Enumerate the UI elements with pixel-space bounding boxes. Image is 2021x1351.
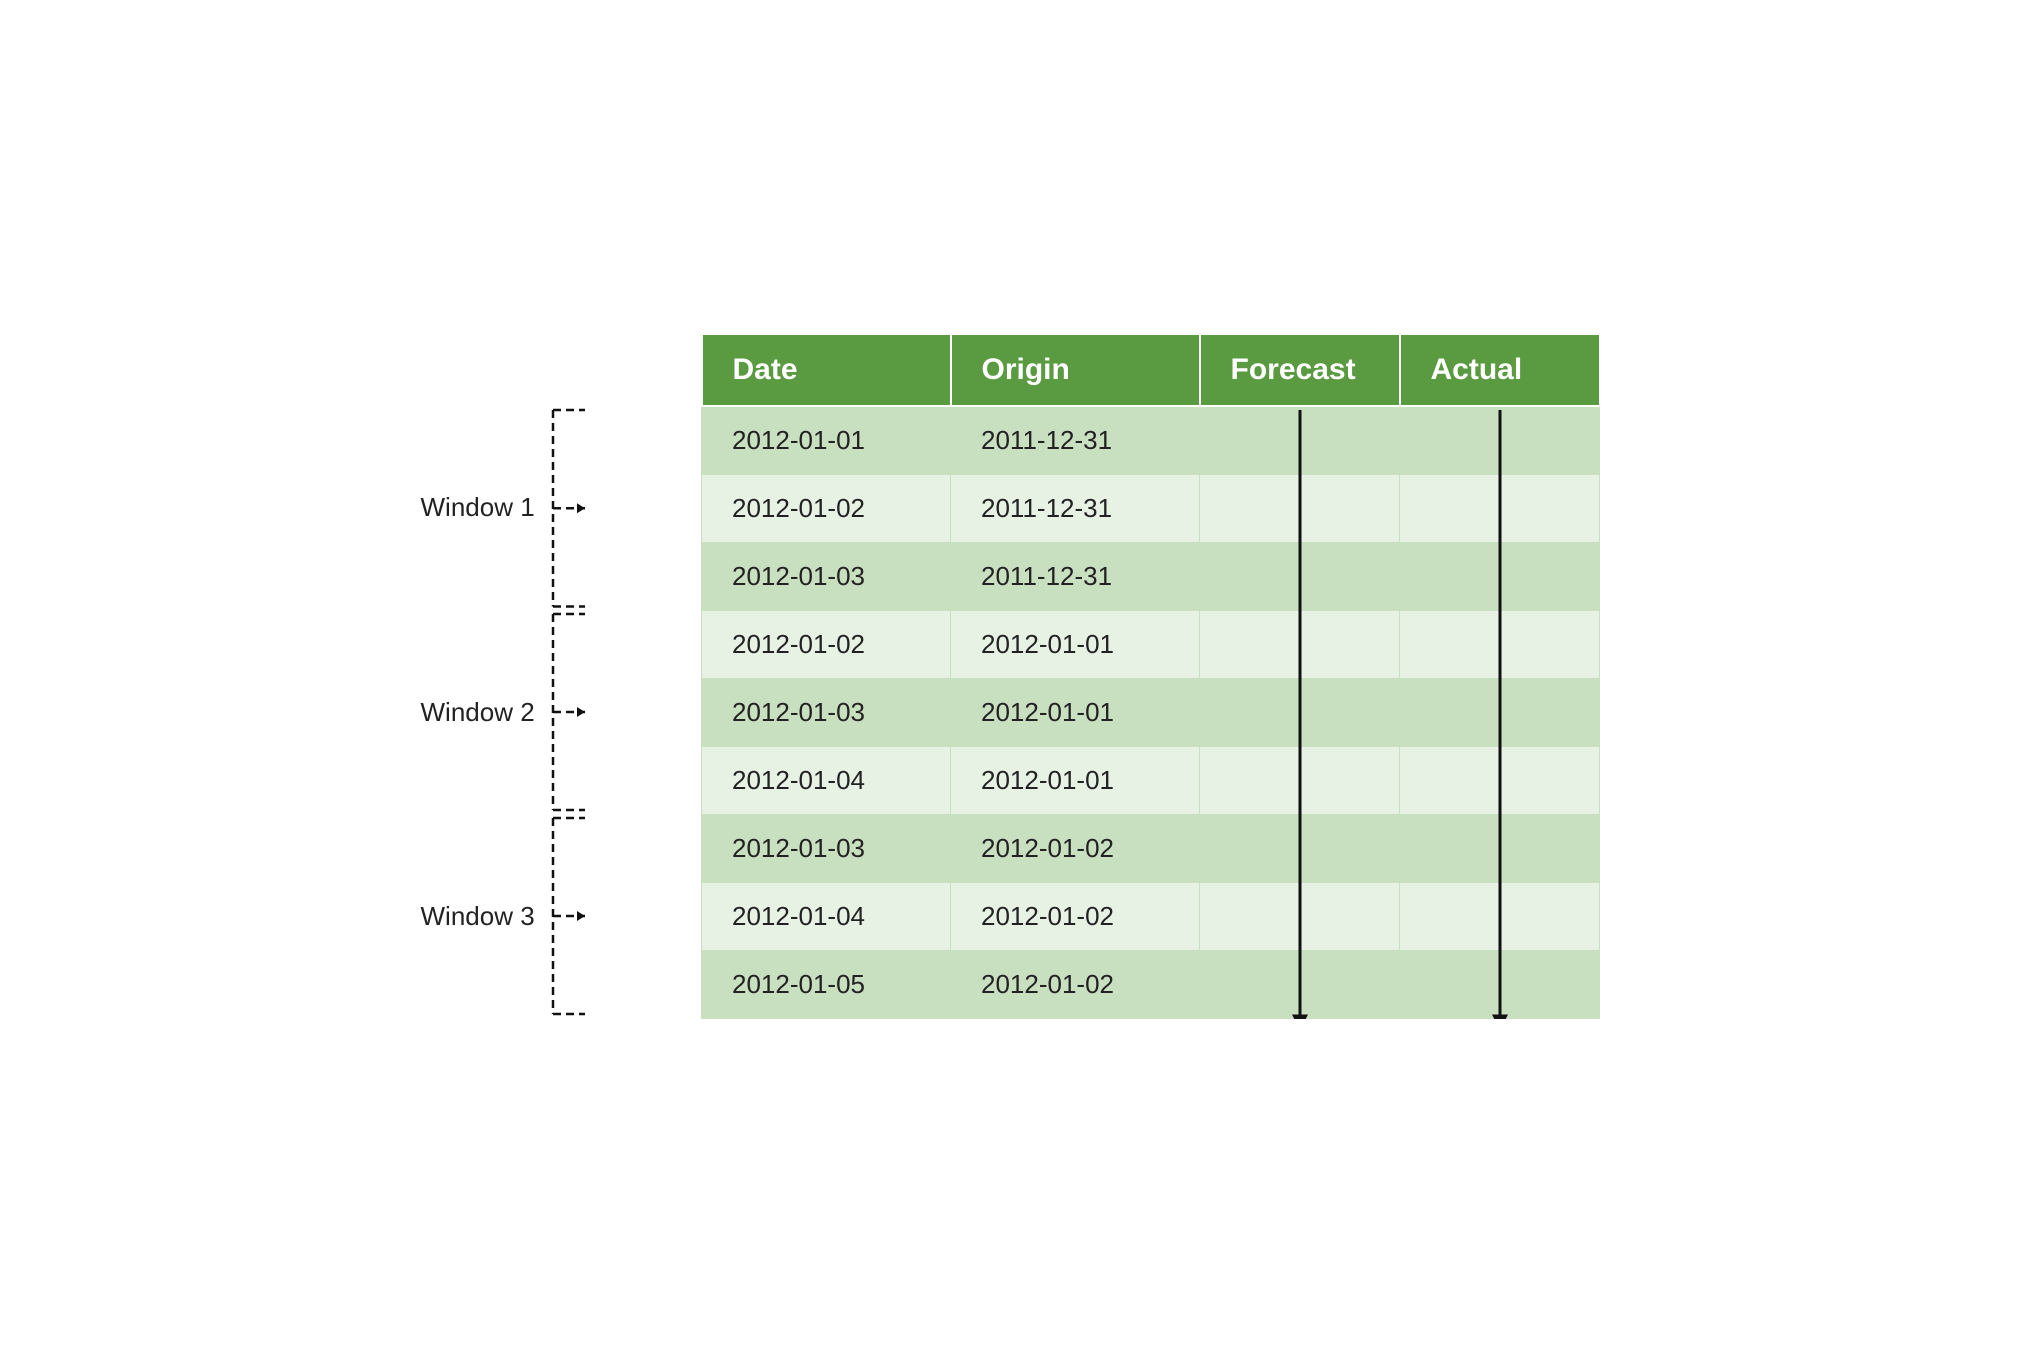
- bracket-svg-2: [543, 610, 593, 814]
- cell-forecast: [1200, 678, 1400, 746]
- cell-date: 2012-01-02: [702, 474, 951, 542]
- header-origin: Origin: [951, 334, 1200, 406]
- cell-actual: [1400, 542, 1600, 610]
- table-row: 2012-01-022011-12-31: [702, 474, 1600, 542]
- cell-date: 2012-01-04: [702, 882, 951, 950]
- cell-date: 2012-01-03: [702, 542, 951, 610]
- window-label-2: Window 2: [421, 697, 535, 728]
- window-label-1: Window 1: [421, 492, 535, 523]
- table-row: 2012-01-032012-01-01: [702, 678, 1600, 746]
- cell-origin: 2012-01-01: [951, 746, 1200, 814]
- cell-forecast: [1200, 406, 1400, 475]
- cell-date: 2012-01-03: [702, 678, 951, 746]
- header-date: Date: [702, 334, 951, 406]
- cell-forecast: [1200, 882, 1400, 950]
- window-group-2: Window 2: [421, 610, 701, 814]
- cell-date: 2012-01-01: [702, 406, 951, 475]
- table-row: 2012-01-012011-12-31: [702, 406, 1600, 475]
- table-row: 2012-01-022012-01-01: [702, 610, 1600, 678]
- cell-forecast: [1200, 950, 1400, 1018]
- bracket-svg-3: [543, 814, 593, 1018]
- cell-origin: 2012-01-01: [951, 678, 1200, 746]
- cell-date: 2012-01-03: [702, 814, 951, 882]
- cell-origin: 2012-01-02: [951, 950, 1200, 1018]
- cell-origin: 2011-12-31: [951, 406, 1200, 475]
- cell-actual: [1400, 814, 1600, 882]
- cell-actual: [1400, 882, 1600, 950]
- page-container: Window 1Window 2Window 3 Date Origin For…: [421, 333, 1601, 1019]
- table-row: 2012-01-042012-01-01: [702, 746, 1600, 814]
- cell-origin: 2011-12-31: [951, 474, 1200, 542]
- cell-date: 2012-01-02: [702, 610, 951, 678]
- table-row: 2012-01-032011-12-31: [702, 542, 1600, 610]
- cell-forecast: [1200, 474, 1400, 542]
- cell-forecast: [1200, 814, 1400, 882]
- cell-forecast: [1200, 542, 1400, 610]
- header-actual: Actual: [1400, 334, 1600, 406]
- cell-origin: 2012-01-02: [951, 882, 1200, 950]
- window-label-3: Window 3: [421, 901, 535, 932]
- table-row: 2012-01-042012-01-02: [702, 882, 1600, 950]
- table-row: 2012-01-032012-01-02: [702, 814, 1600, 882]
- data-table: Date Origin Forecast Actual 2012-01-0120…: [701, 333, 1601, 1019]
- cell-actual: [1400, 474, 1600, 542]
- cell-actual: [1400, 950, 1600, 1018]
- left-panel: Window 1Window 2Window 3: [421, 333, 701, 473]
- cell-forecast: [1200, 610, 1400, 678]
- cell-actual: [1400, 746, 1600, 814]
- cell-date: 2012-01-04: [702, 746, 951, 814]
- table-row: 2012-01-052012-01-02: [702, 950, 1600, 1018]
- cell-forecast: [1200, 746, 1400, 814]
- bracket-svg-1: [543, 406, 593, 611]
- cell-origin: 2012-01-01: [951, 610, 1200, 678]
- cell-actual: [1400, 610, 1600, 678]
- table-wrapper: Date Origin Forecast Actual 2012-01-0120…: [701, 333, 1601, 1019]
- cell-origin: 2012-01-02: [951, 814, 1200, 882]
- cell-origin: 2011-12-31: [951, 542, 1200, 610]
- cell-actual: [1400, 406, 1600, 475]
- header-forecast: Forecast: [1200, 334, 1400, 406]
- window-group-1: Window 1: [421, 406, 701, 611]
- window-group-3: Window 3: [421, 814, 701, 1018]
- cell-date: 2012-01-05: [702, 950, 951, 1018]
- cell-actual: [1400, 678, 1600, 746]
